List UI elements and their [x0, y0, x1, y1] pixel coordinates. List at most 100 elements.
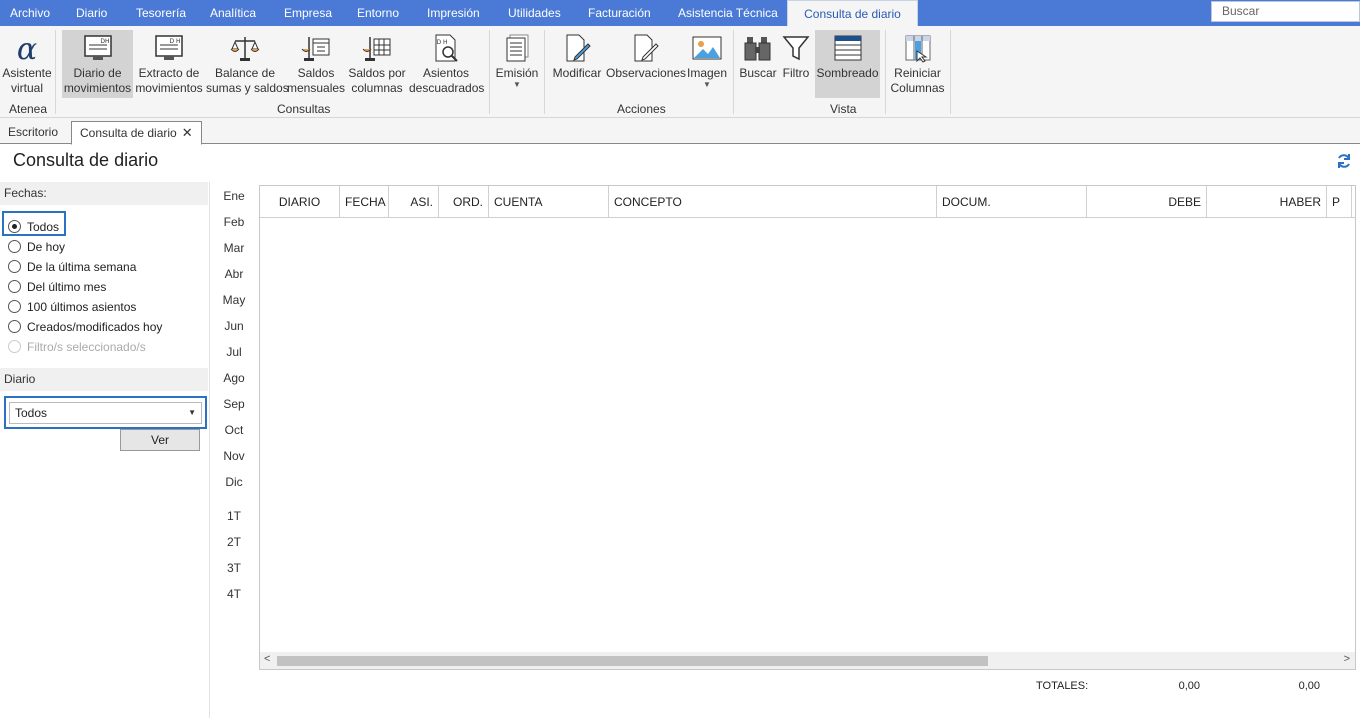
ribbon-separator — [950, 30, 951, 114]
month-may[interactable]: May — [212, 293, 256, 307]
col-ord[interactable]: ORD. — [439, 186, 489, 218]
extracto-movimientos-button[interactable]: D H Extracto de movimientos — [135, 30, 203, 98]
buscar-button[interactable]: Buscar — [739, 30, 777, 98]
month-jul[interactable]: Jul — [212, 345, 256, 359]
imagen-button[interactable]: Imagen ▼ — [686, 30, 728, 98]
month-feb[interactable]: Feb — [212, 215, 256, 229]
caret-down-icon: ▼ — [513, 80, 521, 89]
col-fecha[interactable]: FECHA — [340, 186, 389, 218]
radio-ultimo-mes[interactable]: Del último mes — [8, 278, 106, 296]
search-input[interactable]: Buscar — [1211, 1, 1360, 22]
month-abr[interactable]: Abr — [212, 267, 256, 281]
radio-icon[interactable] — [8, 300, 21, 313]
chevron-right-icon[interactable]: > — [1344, 653, 1350, 665]
month-dic[interactable]: Dic — [212, 475, 256, 489]
radio-icon[interactable] — [8, 280, 21, 293]
col-haber[interactable]: HABER — [1207, 186, 1327, 218]
month-ene[interactable]: Ene — [212, 189, 256, 203]
col-p[interactable]: P — [1327, 186, 1352, 218]
quarter-2t[interactable]: 2T — [212, 535, 256, 549]
quarter-4t[interactable]: 4T — [212, 587, 256, 601]
radio-100-ultimos[interactable]: 100 últimos asientos — [8, 298, 136, 316]
month-jun[interactable]: Jun — [212, 319, 256, 333]
asistente-virtual-button[interactable]: α Asistente virtual — [2, 30, 52, 98]
asientos-descuadrados-button[interactable]: D H Asientos descuadrados — [409, 30, 484, 98]
col-cuenta[interactable]: CUENTA — [489, 186, 609, 218]
balance-sumas-saldos-button[interactable]: Balance de sumas y saldos — [206, 30, 289, 98]
month-oct[interactable]: Oct — [212, 423, 256, 437]
ribbon-separator — [489, 30, 490, 114]
ribbon: α Asistente virtual Atenea DH Diario de … — [0, 26, 1360, 118]
month-sep[interactable]: Sep — [212, 397, 256, 411]
total-debe: 0,00 — [1178, 680, 1200, 692]
radio-checked-icon[interactable] — [8, 220, 21, 233]
menu-utilidades[interactable]: Utilidades — [508, 0, 561, 26]
diario-header: Diario — [0, 368, 208, 391]
col-concepto[interactable]: CONCEPTO — [609, 186, 937, 218]
menu-empresa[interactable]: Empresa — [284, 0, 332, 26]
quarter-3t[interactable]: 3T — [212, 561, 256, 575]
menu-asistencia[interactable]: Asistencia Técnica — [678, 0, 778, 26]
filtro-button[interactable]: Filtro — [779, 30, 813, 98]
radio-creados-hoy[interactable]: Creados/modificados hoy — [8, 318, 162, 336]
fechas-header: Fechas: — [0, 182, 208, 205]
group-acciones: Acciones — [617, 102, 666, 116]
page-title: Consulta de diario — [13, 150, 159, 170]
observaciones-button[interactable]: Observaciones — [606, 30, 686, 98]
image-icon — [692, 36, 722, 60]
document-tabs: Escritorio Consulta de diario ✕ — [0, 118, 1360, 145]
menu-diario[interactable]: Diario — [76, 0, 107, 26]
menu-analitica[interactable]: Analítica — [210, 0, 256, 26]
diario-combo-focus: Todos ▼ — [4, 396, 207, 429]
scrollbar-thumb[interactable] — [277, 656, 988, 666]
totals-label: TOTALES: — [1036, 680, 1089, 692]
reiniciar-columnas-button[interactable]: Reiniciar Columnas — [890, 30, 945, 98]
close-icon[interactable]: ✕ — [182, 125, 193, 140]
documents-stack-icon — [506, 34, 529, 62]
menu-impresion[interactable]: Impresión — [427, 0, 480, 26]
tab-consulta-diario[interactable]: Consulta de diario ✕ — [71, 121, 202, 145]
radio-icon[interactable] — [8, 320, 21, 333]
menu-facturacion[interactable]: Facturación — [588, 0, 651, 26]
chevron-left-icon[interactable]: < — [264, 653, 270, 665]
diario-movimientos-button[interactable]: DH Diario de movimientos — [62, 30, 133, 98]
month-nov[interactable]: Nov — [212, 449, 256, 463]
menu-tesoreria[interactable]: Tesorería — [136, 0, 186, 26]
col-debe[interactable]: DEBE — [1087, 186, 1207, 218]
group-vista: Vista — [830, 102, 857, 116]
refresh-icon[interactable] — [1336, 153, 1352, 169]
sombreado-button[interactable]: Sombreado — [815, 30, 880, 98]
ribbon-separator — [733, 30, 734, 114]
saldos-por-columnas-button[interactable]: Saldos por columnas — [347, 30, 407, 98]
menu-consulta-diario[interactable]: Consulta de diario — [787, 0, 918, 26]
radio-ultima-semana[interactable]: De la última semana — [8, 258, 136, 276]
shaded-grid-icon — [834, 35, 861, 61]
reset-columns-icon — [905, 35, 930, 63]
menu-archivo[interactable]: Archivo — [10, 0, 50, 26]
radio-icon[interactable] — [8, 260, 21, 273]
caret-down-icon[interactable]: ▼ — [188, 403, 196, 423]
radio-de-hoy[interactable]: De hoy — [8, 238, 65, 256]
tab-escritorio[interactable]: Escritorio — [0, 121, 66, 144]
modificar-button[interactable]: Modificar — [550, 30, 604, 98]
quarter-1t[interactable]: 1T — [212, 509, 256, 523]
document-search-icon: D H — [435, 34, 458, 62]
svg-text:D H: D H — [169, 38, 180, 45]
svg-text:D H: D H — [436, 39, 447, 46]
journal-grid[interactable]: DIARIO FECHA ASI. ORD. CUENTA CONCEPTO D… — [259, 185, 1356, 670]
month-mar[interactable]: Mar — [212, 241, 256, 255]
col-docum[interactable]: DOCUM. — [937, 186, 1087, 218]
emision-button[interactable]: Emisión ▼ — [495, 30, 539, 98]
month-ago[interactable]: Ago — [212, 371, 256, 385]
horizontal-scrollbar[interactable]: < > — [260, 652, 1355, 669]
radio-icon[interactable] — [8, 240, 21, 253]
col-diario[interactable]: DIARIO — [260, 186, 340, 218]
ver-button[interactable]: Ver — [120, 429, 200, 451]
radio-todos[interactable]: Todos — [8, 218, 59, 236]
ribbon-separator — [544, 30, 545, 114]
diario-select[interactable]: Todos ▼ — [9, 402, 202, 424]
menu-entorno[interactable]: Entorno — [357, 0, 399, 26]
grid-header: DIARIO FECHA ASI. ORD. CUENTA CONCEPTO D… — [260, 186, 1355, 218]
col-asi[interactable]: ASI. — [389, 186, 439, 218]
saldos-mensuales-button[interactable]: Saldos mensuales — [287, 30, 345, 98]
